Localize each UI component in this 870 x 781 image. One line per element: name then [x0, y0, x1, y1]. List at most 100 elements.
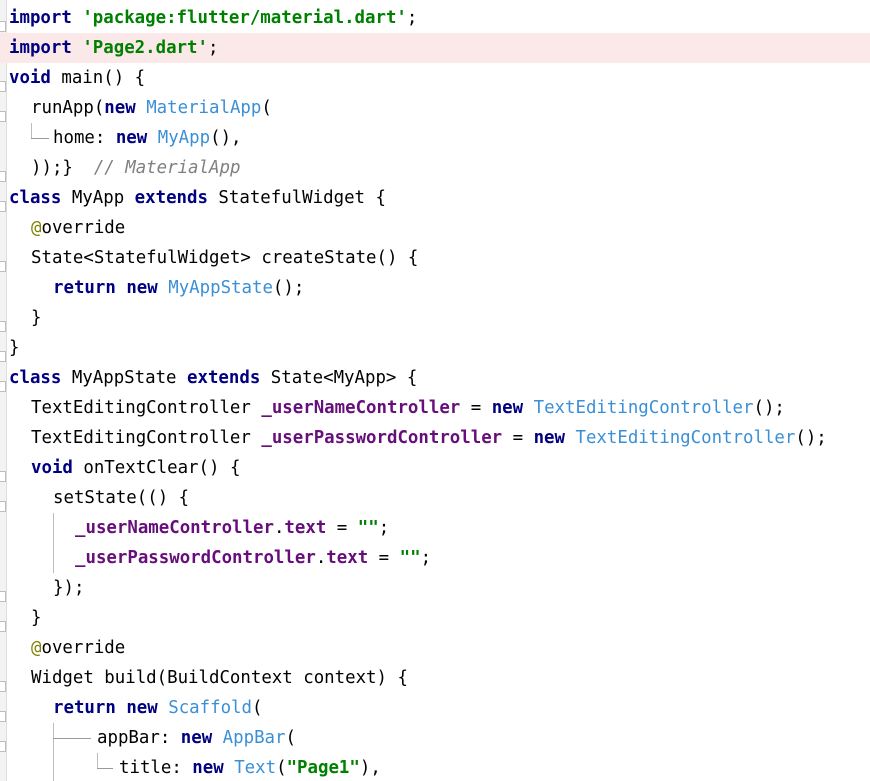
code-token: new [115, 128, 148, 148]
code-text: void onTextClear() { [31, 453, 240, 483]
indent-connector [31, 138, 49, 139]
code-token: } [31, 608, 42, 628]
code-line[interactable]: @override [0, 213, 870, 243]
code-line[interactable]: appBar: new AppBar( [0, 723, 870, 753]
code-line[interactable]: title: new Text("Page1"), [0, 753, 870, 781]
code-token: StatefulWidget { [207, 188, 386, 208]
code-token: State<StatefulWidget> createState() { [31, 248, 419, 268]
code-token: MyAppState [61, 368, 187, 388]
code-token: MyAppState [168, 278, 273, 298]
code-line[interactable]: runApp(new MaterialApp( [0, 93, 870, 123]
code-token: } [31, 308, 42, 328]
code-token: = [460, 398, 492, 418]
code-line[interactable]: ));} // MaterialApp [0, 153, 870, 183]
code-line[interactable]: @override [0, 633, 870, 663]
code-line[interactable]: } [0, 303, 870, 333]
code-token: = [502, 428, 534, 448]
code-line[interactable]: class MyApp extends StatefulWidget { [0, 183, 870, 213]
code-text: setState(() { [53, 483, 189, 513]
code-line[interactable]: TextEditingController _userNameControlle… [0, 393, 870, 423]
code-line[interactable]: _userPasswordController.text = ""; [0, 543, 870, 573]
code-token: ( [261, 98, 272, 118]
code-text: class MyApp extends StatefulWidget { [9, 183, 386, 213]
code-token: runApp( [31, 98, 105, 118]
code-token: ; [378, 518, 390, 538]
code-token: AppBar [222, 728, 286, 748]
code-token: ; [420, 548, 432, 568]
code-token: = [326, 518, 358, 538]
code-text: State<StatefulWidget> createState() { [31, 243, 418, 273]
code-token: new [180, 728, 213, 748]
code-line[interactable]: TextEditingController _userPasswordContr… [0, 423, 870, 453]
code-token: TextEditingController [533, 398, 754, 418]
code-line[interactable]: return new Scaffold( [0, 693, 870, 723]
code-text: _userNameController.text = ""; [75, 513, 389, 543]
code-text: TextEditingController _userPasswordContr… [31, 423, 827, 453]
code-token: "" [399, 548, 421, 568]
code-line[interactable]: void main() { [0, 63, 870, 93]
indent-connector [97, 768, 113, 769]
code-token: extends [187, 368, 261, 388]
code-token: main() { [50, 68, 146, 88]
code-token: }); [53, 578, 85, 598]
code-line[interactable]: } [0, 333, 870, 363]
code-token: (); [795, 428, 827, 448]
code-token: new [533, 428, 565, 448]
code-token: . [315, 548, 327, 568]
code-text: } [31, 303, 41, 333]
code-token: return [53, 278, 116, 298]
code-line[interactable]: home: new MyApp(), [0, 123, 870, 153]
code-token: _userPasswordController [75, 548, 316, 568]
code-token: 'Page2.dart' [82, 38, 208, 58]
code-token: setState(() { [53, 488, 190, 508]
code-token: TextEditingController [575, 428, 796, 448]
code-line[interactable]: _userNameController.text = ""; [0, 513, 870, 543]
code-line[interactable]: import 'Page2.dart'; [0, 33, 870, 63]
code-token: MaterialApp [146, 98, 262, 118]
code-text: TextEditingController _userNameControlle… [31, 393, 785, 423]
code-token: State<MyApp> { [260, 368, 418, 388]
code-line[interactable]: State<StatefulWidget> createState() { [0, 243, 870, 273]
code-text: Widget build(BuildContext context) { [31, 663, 408, 693]
code-text: appBar: new AppBar( [97, 723, 296, 753]
code-line[interactable]: } [0, 603, 870, 633]
code-line[interactable]: return new MyAppState(); [0, 273, 870, 303]
code-token: return [53, 698, 116, 718]
code-text: class MyAppState extends State<MyApp> { [9, 363, 417, 393]
code-text: } [9, 333, 19, 363]
code-token: new [126, 698, 158, 718]
code-token: text [284, 518, 327, 538]
code-text: @override [31, 633, 125, 663]
code-line[interactable]: Widget build(BuildContext context) { [0, 663, 870, 693]
code-editor[interactable]: import 'package:flutter/material.dart'; i… [0, 0, 870, 781]
code-token: (); [753, 398, 785, 418]
code-text: title: new Text("Page1"), [119, 753, 381, 781]
code-token: import [9, 38, 72, 58]
code-line[interactable]: import 'package:flutter/material.dart'; [0, 3, 870, 33]
code-token: _userNameController [261, 398, 461, 418]
code-text: return new MyAppState(); [53, 273, 304, 303]
code-token: onTextClear() { [72, 458, 241, 478]
code-token: new [192, 758, 224, 778]
code-text: home: new MyApp(), [53, 123, 242, 153]
code-token: void [9, 68, 51, 88]
code-token: ( [276, 758, 287, 778]
code-line[interactable]: setState(() { [0, 483, 870, 513]
code-token: ( [285, 728, 296, 748]
code-text: }); [53, 573, 84, 603]
code-token: text [326, 548, 369, 568]
code-line[interactable]: }); [0, 573, 870, 603]
code-line[interactable]: class MyAppState extends State<MyApp> { [0, 363, 870, 393]
code-token: Scaffold [168, 698, 252, 718]
code-token: MyApp [157, 128, 211, 148]
code-token: MyApp [61, 188, 135, 208]
code-token: _userNameController [75, 518, 274, 538]
code-line[interactable]: void onTextClear() { [0, 453, 870, 483]
code-token: class [9, 368, 62, 388]
